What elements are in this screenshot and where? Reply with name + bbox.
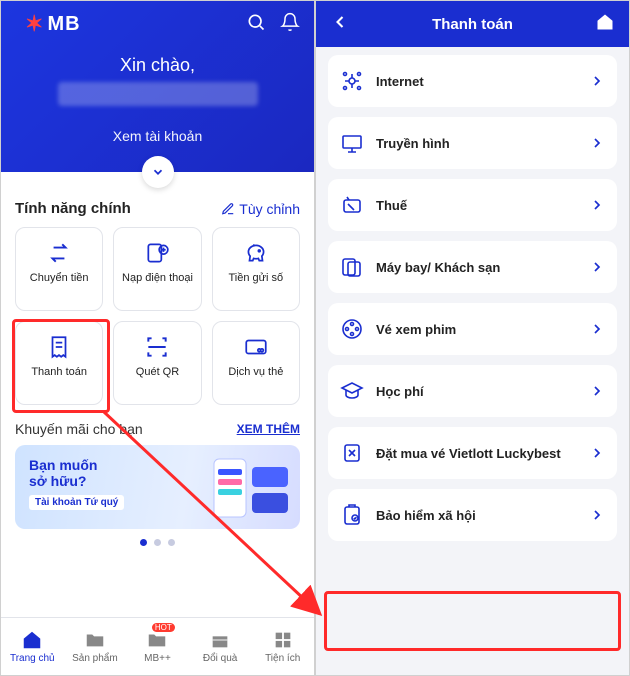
chevron-right-icon <box>589 259 605 275</box>
payment-title: Thanh toán <box>432 16 513 33</box>
home-icon <box>21 629 43 651</box>
dot[interactable] <box>168 539 175 546</box>
banner-art-icon <box>180 453 290 523</box>
brand-logo: ✶ MB <box>25 11 81 37</box>
payment-screen: Thanh toán Internet Truyền hình Thuế Máy… <box>315 0 630 676</box>
tile-payment[interactable]: Thanh toán <box>15 321 103 405</box>
home-button[interactable] <box>595 12 615 37</box>
row-internet[interactable]: Internet <box>328 55 617 107</box>
row-flight-hotel[interactable]: Máy bay/ Khách sạn <box>328 241 617 293</box>
chevron-down-icon <box>151 165 165 179</box>
chevron-right-icon <box>589 135 605 151</box>
hero: ✶ MB Xin chào, Xem tài khoản <box>1 1 314 172</box>
row-movie[interactable]: Vé xem phim <box>328 303 617 355</box>
tile-savings[interactable]: Tiền gửi số <box>212 227 300 311</box>
carousel-dots[interactable] <box>1 539 314 546</box>
chevron-right-icon <box>589 507 605 523</box>
tab-rewards[interactable]: Đổi quà <box>189 618 252 675</box>
chevron-right-icon <box>589 73 605 89</box>
chevron-left-icon <box>330 12 350 32</box>
card-icon <box>243 334 269 360</box>
see-more-link[interactable]: XEM THÊM <box>237 422 300 436</box>
brand-text: MB <box>47 13 80 36</box>
graduation-icon <box>340 379 364 403</box>
chevron-right-icon <box>589 321 605 337</box>
grid-icon <box>272 629 294 651</box>
wallet-icon <box>146 629 168 651</box>
chevron-right-icon <box>589 383 605 399</box>
promo-title: Khuyến mãi cho bạn <box>15 421 143 437</box>
dot[interactable] <box>140 539 147 546</box>
tile-qr[interactable]: Quét QR <box>113 321 201 405</box>
row-tv[interactable]: Truyền hình <box>328 117 617 169</box>
row-tuition[interactable]: Học phí <box>328 365 617 417</box>
tile-transfer[interactable]: Chuyển tiền <box>15 227 103 311</box>
edit-icon <box>221 202 235 216</box>
tile-card[interactable]: Dịch vụ thẻ <box>212 321 300 405</box>
hot-badge: HOT <box>152 623 175 632</box>
logo-mark-icon: ✶ <box>25 11 43 37</box>
search-icon[interactable] <box>246 12 266 37</box>
chevron-right-icon <box>589 445 605 461</box>
customize-button[interactable]: Tùy chỉnh <box>221 201 300 217</box>
topup-icon <box>144 240 170 266</box>
row-social-insurance[interactable]: Bảo hiểm xã hội <box>328 489 617 541</box>
receipt-icon <box>46 334 72 360</box>
greeting: Xin chào, <box>15 55 300 76</box>
expand-button[interactable] <box>142 156 174 188</box>
ticket-icon <box>340 255 364 279</box>
payment-list[interactable]: Internet Truyền hình Thuế Máy bay/ Khách… <box>316 47 629 675</box>
view-account-link[interactable]: Xem tài khoản <box>15 128 300 144</box>
row-tax[interactable]: Thuế <box>328 179 617 231</box>
tax-icon <box>340 193 364 217</box>
tv-icon <box>340 131 364 155</box>
home-screen: ✶ MB Xin chào, Xem tài khoản Tính năng c… <box>0 0 315 676</box>
feature-grid: Chuyển tiền Nạp điện thoại Tiền gửi số T… <box>1 227 314 405</box>
bell-icon[interactable] <box>280 12 300 37</box>
tab-home[interactable]: Trang chủ <box>1 618 64 675</box>
features-title: Tính năng chính <box>15 200 131 217</box>
gift-icon <box>209 629 231 651</box>
internet-icon <box>340 69 364 93</box>
tab-utilities[interactable]: Tiện ích <box>251 618 314 675</box>
lottery-icon <box>340 441 364 465</box>
chevron-right-icon <box>589 197 605 213</box>
clipboard-shield-icon <box>340 503 364 527</box>
dot[interactable] <box>154 539 161 546</box>
user-name-blurred <box>58 82 258 106</box>
promo-banner[interactable]: Bạn muốn sở hữu? Tài khoản Tứ quý <box>15 445 300 529</box>
transfer-icon <box>46 240 72 266</box>
piggy-icon <box>243 240 269 266</box>
film-icon <box>340 317 364 341</box>
qr-icon <box>144 334 170 360</box>
home-icon <box>595 12 615 32</box>
row-vietlott[interactable]: Đặt mua vé Vietlott Luckybest <box>328 427 617 479</box>
tile-topup[interactable]: Nạp điện thoại <box>113 227 201 311</box>
tab-bar: Trang chủ Sản phẩm HOT MB++ Đổi quà Tiện… <box>1 617 314 675</box>
folder-icon <box>84 629 106 651</box>
back-button[interactable] <box>330 12 350 37</box>
payment-header: Thanh toán <box>316 1 629 47</box>
tab-mbplus[interactable]: HOT MB++ <box>126 618 189 675</box>
tab-products[interactable]: Sản phẩm <box>64 618 127 675</box>
